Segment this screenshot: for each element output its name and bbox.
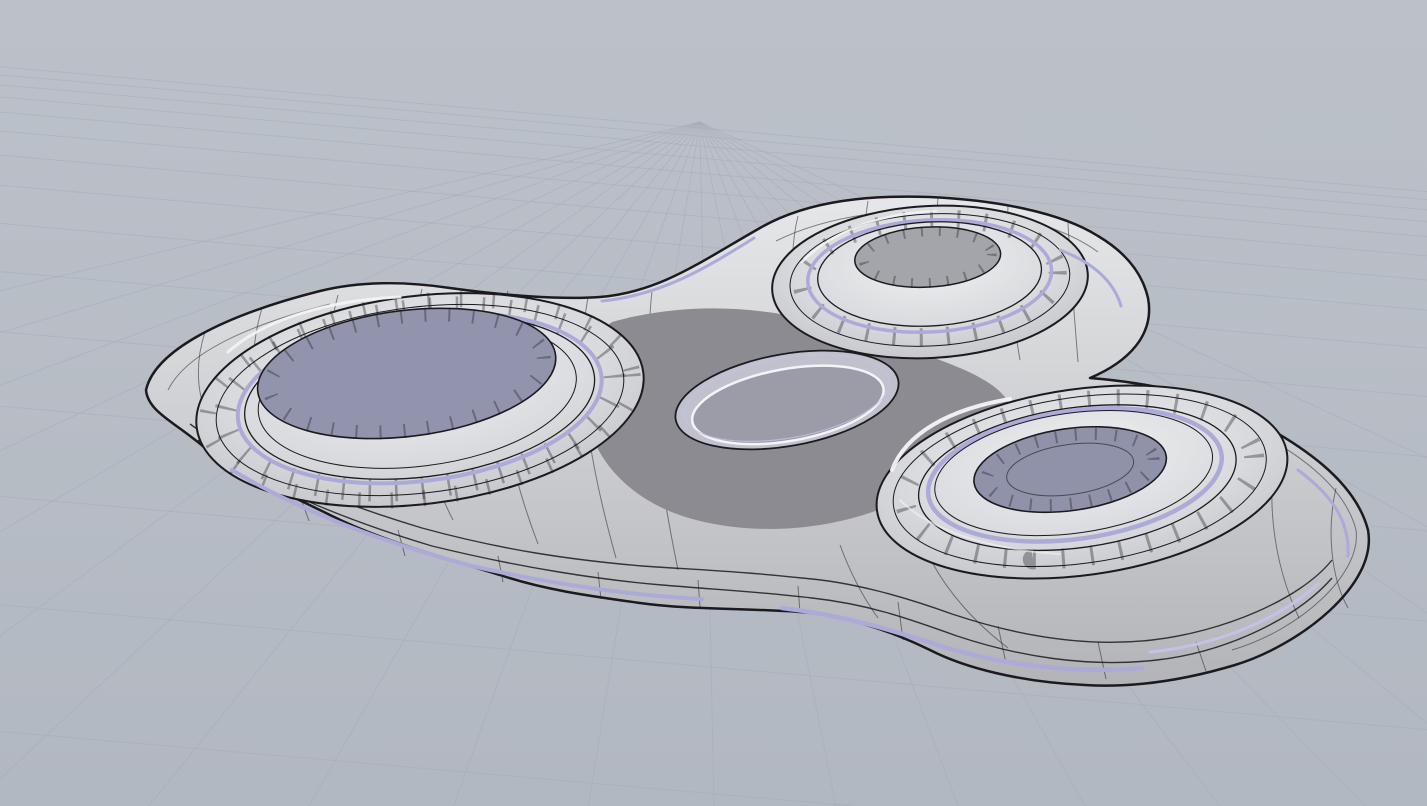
3d-viewport[interactable] <box>0 0 1427 806</box>
scene-canvas <box>0 0 1427 806</box>
